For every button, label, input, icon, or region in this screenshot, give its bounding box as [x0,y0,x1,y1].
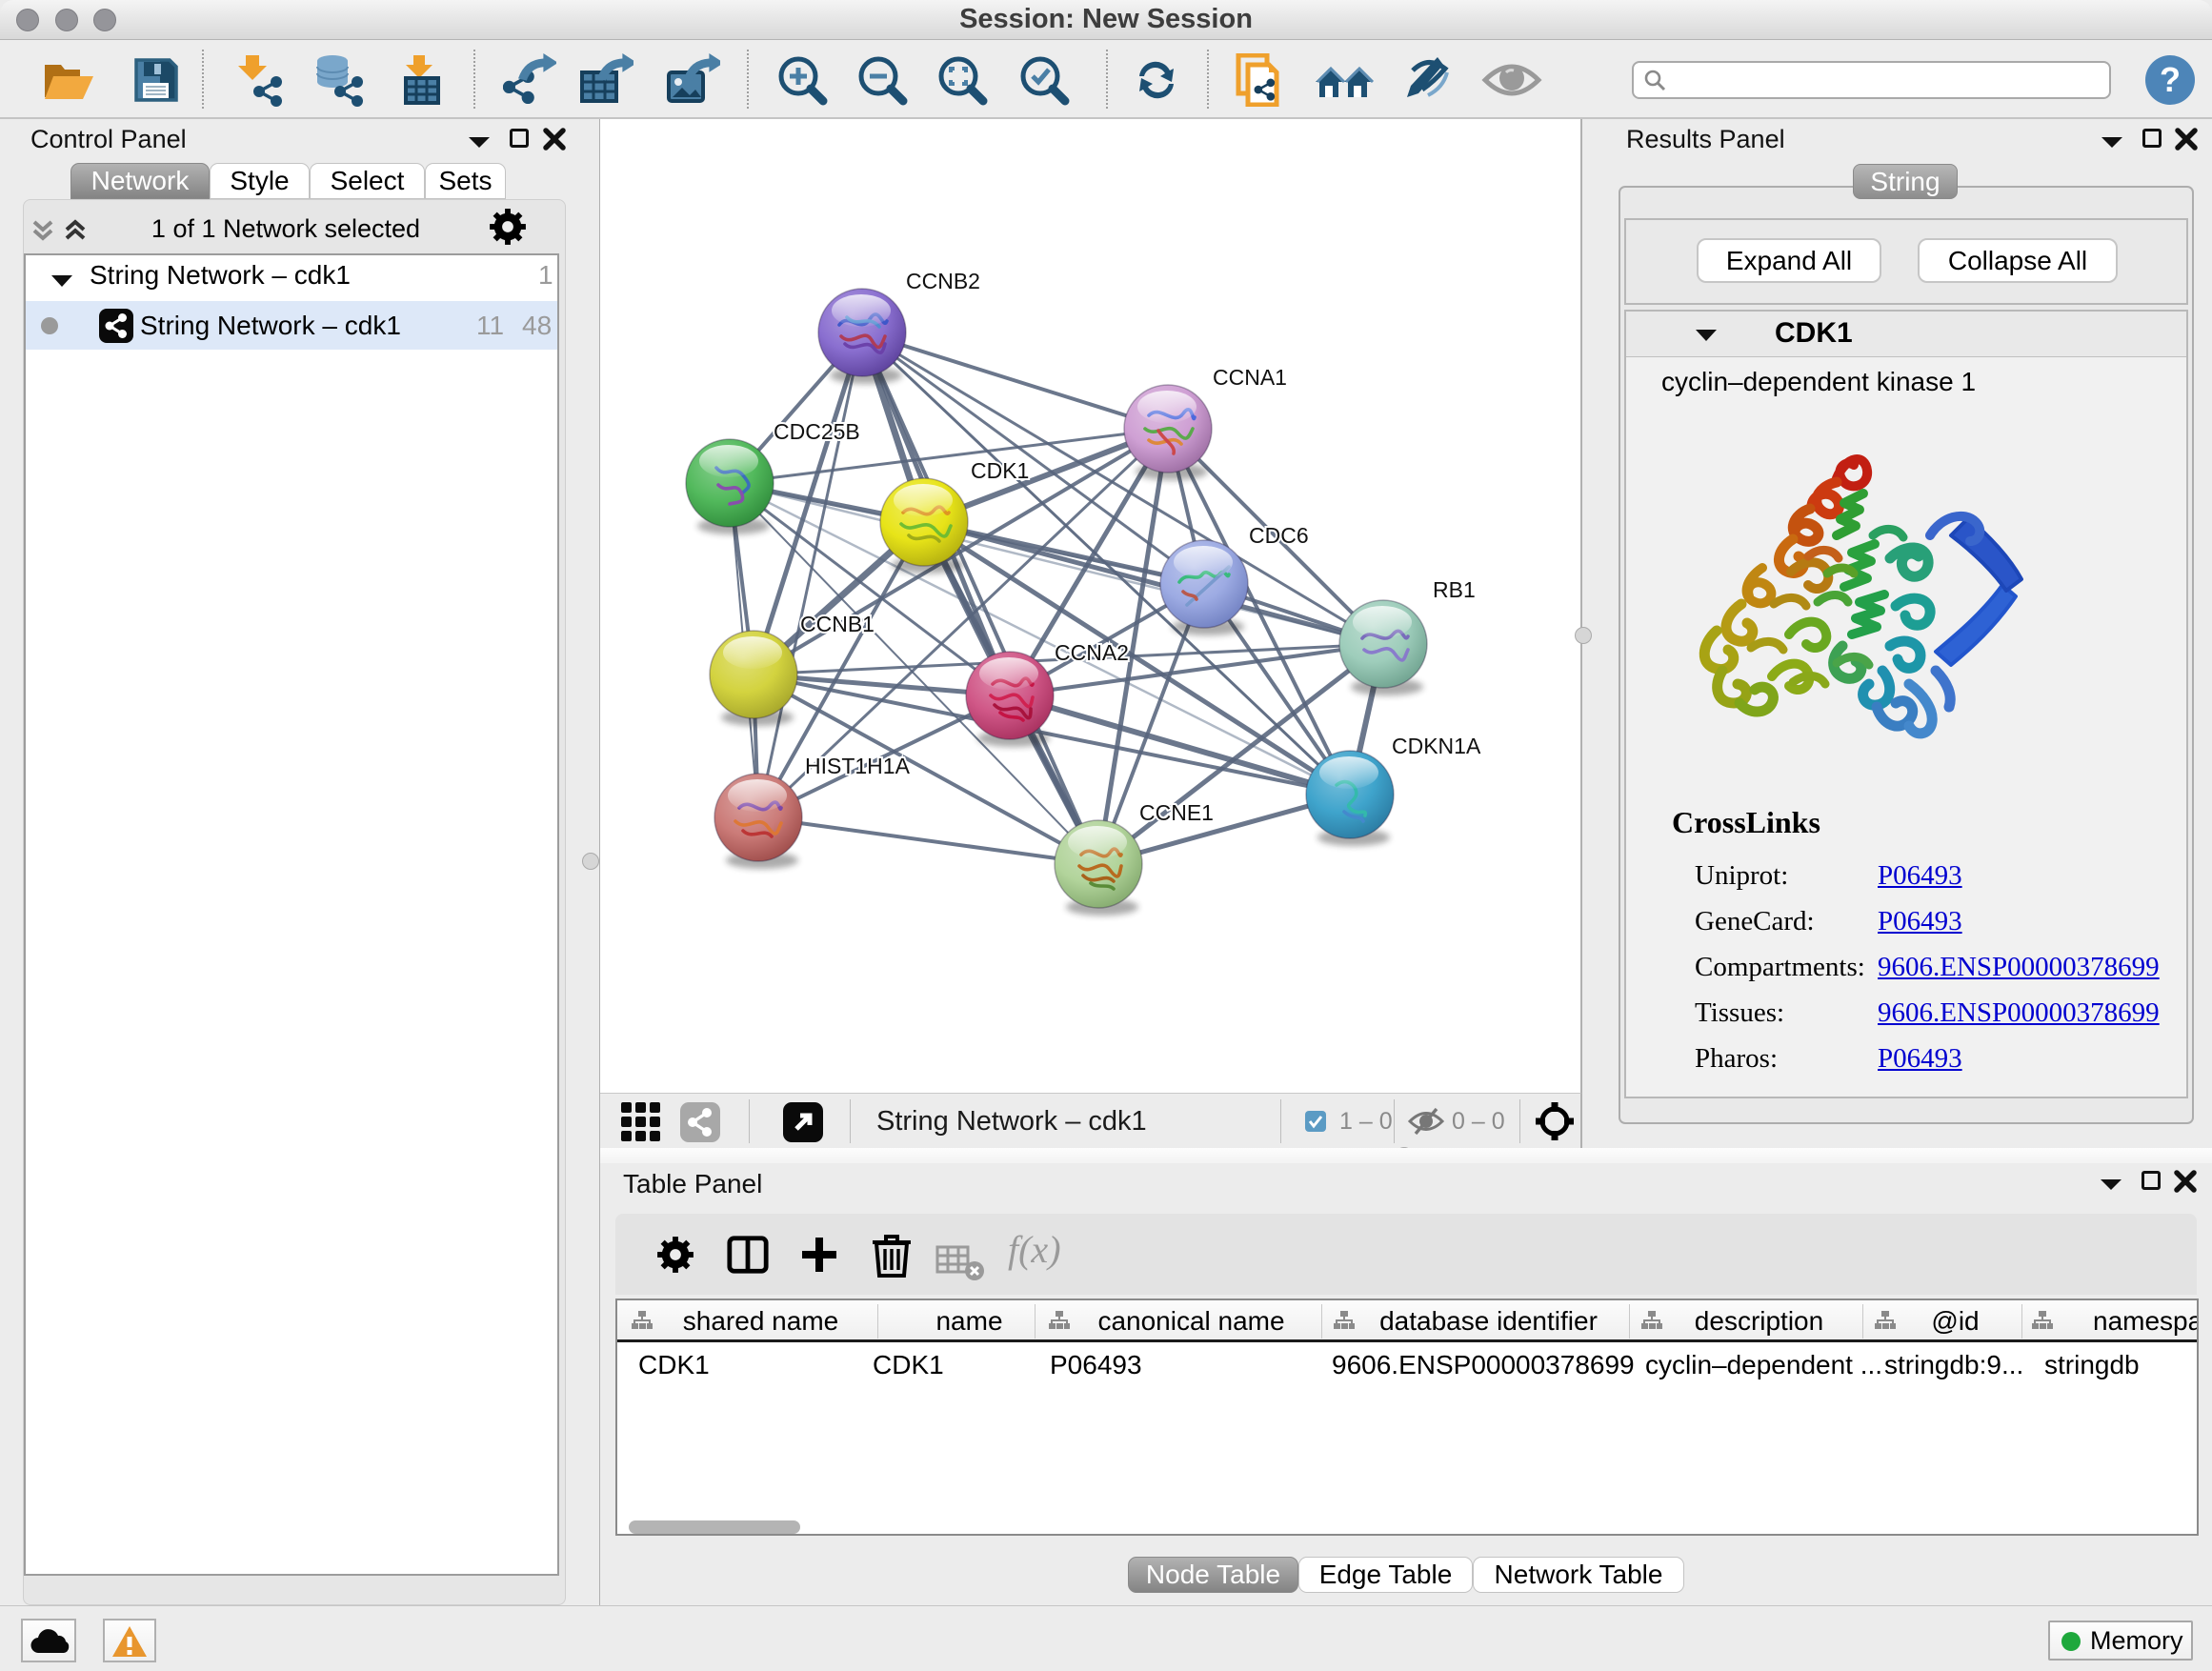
svg-text:CDK1: CDK1 [971,458,1029,483]
svg-text:?: ? [2160,60,2181,99]
svg-text:CCNA1: CCNA1 [1213,365,1287,390]
svg-text:CDC6: CDC6 [1249,523,1309,548]
svg-text:CCNE1: CCNE1 [1139,800,1214,825]
svg-text:CDC25B: CDC25B [774,419,860,444]
svg-text:CDKN1A: CDKN1A [1392,734,1481,758]
svg-text:CCNB2: CCNB2 [906,269,980,293]
svg-text:HIST1H1A: HIST1H1A [805,754,911,778]
svg-text:RB1: RB1 [1433,577,1476,602]
svg-text:CCNB1: CCNB1 [800,612,875,636]
svg-text:CCNA2: CCNA2 [1055,640,1129,665]
